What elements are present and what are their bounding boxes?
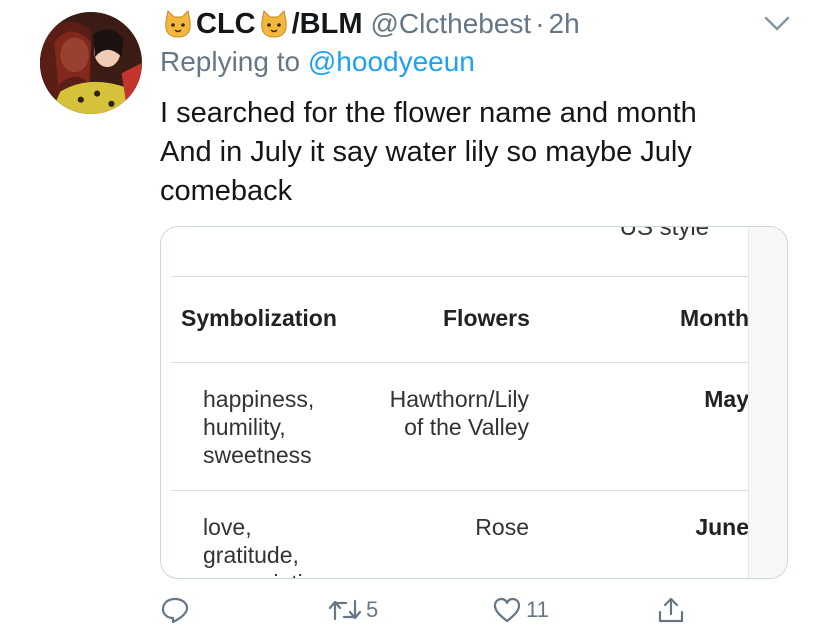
- scroll-edge: [748, 227, 787, 578]
- attached-image[interactable]: US style Symbolization Flowers Month hap…: [160, 226, 788, 579]
- reply-button[interactable]: [160, 592, 194, 628]
- tweet-text: I searched for the flower name and month…: [160, 94, 697, 211]
- avatar-image: [40, 12, 142, 114]
- tweet-header: CLC /BLM @Clcthebest · 2h: [160, 6, 580, 42]
- retweet-icon: [328, 599, 362, 621]
- like-icon: [493, 597, 521, 623]
- reply-icon: [161, 597, 189, 624]
- cell-text: humility,: [203, 414, 286, 440]
- replying-to-prefix: Replying to: [160, 46, 301, 77]
- cell-text: happiness,: [203, 386, 315, 412]
- retweet-count: 5: [366, 597, 379, 622]
- tweet-text-line: I searched for the flower name and month: [160, 97, 697, 129]
- like-button[interactable]: 11: [492, 592, 549, 628]
- row2-flowers: Rose: [361, 513, 529, 541]
- tweet-text-line: And in July it say water lily so maybe J…: [160, 136, 692, 168]
- cell-text: Rose: [475, 514, 529, 540]
- display-name-part2: /BLM: [291, 7, 363, 40]
- row2-symbolization: love, gratitude, appreciation: [203, 513, 328, 578]
- header-month: Month: [680, 305, 749, 331]
- divider: [171, 362, 749, 363]
- cat-emoji-icon: [260, 9, 287, 38]
- retweet-button[interactable]: 5: [328, 592, 378, 628]
- display-name-part1: CLC: [196, 7, 256, 40]
- row2-month: June: [695, 514, 749, 540]
- timestamp[interactable]: 2h: [549, 8, 580, 40]
- replying-to-line: Replying to @hoodyeeun: [160, 46, 475, 78]
- user-handle[interactable]: @Clcthebest: [370, 8, 531, 40]
- tweet-text-line: comeback: [160, 175, 293, 207]
- share-button[interactable]: [656, 592, 686, 628]
- row1-symbolization: happiness, humility, sweetness: [203, 385, 314, 469]
- divider: [171, 490, 749, 491]
- header-flowers: Flowers: [443, 305, 530, 331]
- action-bar: 5 11: [160, 592, 720, 632]
- table-screenshot: US style Symbolization Flowers Month hap…: [171, 227, 749, 578]
- share-icon: [658, 597, 684, 623]
- cell-text: sweetness: [203, 442, 312, 468]
- like-count: 11: [526, 597, 549, 622]
- cell-text: appreciation: [203, 569, 328, 578]
- chevron-down-icon[interactable]: [762, 10, 792, 36]
- avatar[interactable]: [40, 12, 142, 114]
- cell-text: of the Valley: [404, 414, 529, 440]
- cropped-title: US style: [619, 226, 709, 241]
- replying-to-link[interactable]: @hoodyeeun: [308, 46, 475, 77]
- row1-month: May: [704, 386, 749, 412]
- cell-text: gratitude,: [203, 542, 299, 568]
- cell-text: love,: [203, 514, 252, 540]
- separator-dot: ·: [535, 8, 545, 39]
- cell-text: Hawthorn/Lily: [389, 386, 529, 412]
- divider: [171, 276, 749, 277]
- display-name[interactable]: CLC /BLM: [160, 8, 362, 41]
- row1-flowers: Hawthorn/Lily of the Valley: [361, 385, 529, 441]
- cat-emoji-icon: [165, 9, 191, 38]
- header-symbolization: Symbolization: [181, 305, 337, 331]
